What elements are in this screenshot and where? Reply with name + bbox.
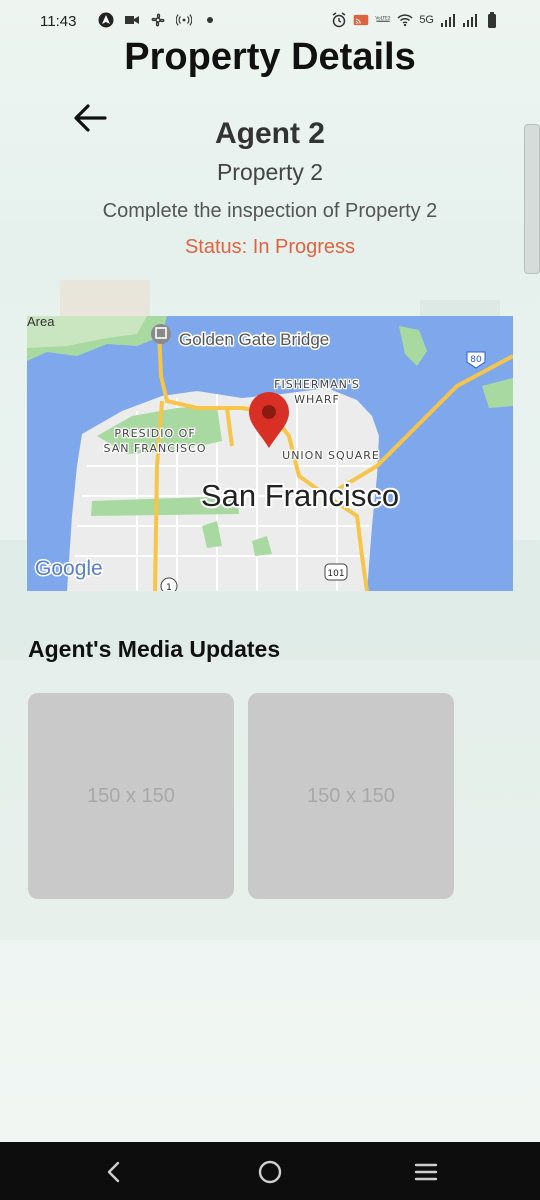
map-label-union-square: UNION SQUARE — [282, 449, 380, 462]
volte-icon: VoLTE2 — [375, 12, 391, 28]
bridge-poi-icon — [151, 324, 171, 344]
home-icon — [258, 1160, 282, 1184]
map-label-city: San Francisco — [201, 478, 399, 513]
media-thumbnail[interactable]: 150 x 150 — [248, 693, 454, 899]
fan-icon — [150, 12, 166, 28]
signal-icon — [462, 12, 478, 28]
shield-1-label: 1 — [166, 583, 172, 591]
network-type-label: 5G — [419, 14, 434, 26]
dot-icon — [202, 12, 218, 28]
map-label-wharf: WHARF — [294, 393, 340, 406]
volte-label: VoLTE2 — [376, 15, 392, 21]
media-thumbnail[interactable]: 150 x 150 — [28, 693, 234, 899]
status-time: 11:43 — [40, 13, 77, 30]
nav-back-button[interactable] — [98, 1156, 130, 1188]
map-label-golden-gate: Golden Gate Bridge — [179, 330, 329, 349]
media-grid: 150 x 150 150 x 150 — [28, 693, 454, 899]
map-label-area: Area — [27, 316, 55, 329]
task-status: Status: In Progress — [184, 236, 356, 258]
navigation-icon — [98, 12, 114, 28]
media-section-title: Agent's Media Updates — [28, 636, 281, 662]
media-placeholder-text: 150 x 150 — [87, 784, 175, 807]
system-nav-bar — [0, 1142, 540, 1200]
map-label-presidio-sf: SAN FRANCISCO — [104, 442, 207, 455]
map-view[interactable]: 80 101 1 Golden Gate Bridge Area FISHERM… — [27, 316, 513, 591]
map-label-presidio: PRESIDIO OF — [114, 427, 195, 440]
alarm-icon — [331, 12, 347, 28]
agent-name: Agent 2 — [214, 117, 325, 150]
nav-recents-button[interactable] — [410, 1156, 442, 1188]
page-title: Property Details — [124, 36, 416, 78]
signal-icon — [440, 12, 456, 28]
map-graphic: 80 101 1 Golden Gate Bridge Area FISHERM… — [27, 316, 513, 591]
nav-home-button[interactable] — [254, 1156, 286, 1188]
video-icon — [124, 12, 140, 28]
google-logo: Google — [35, 557, 103, 580]
task-description: Complete the inspection of Property 2 — [102, 200, 438, 222]
shield-80-label: 80 — [470, 355, 482, 365]
cast-icon — [353, 12, 369, 28]
hotspot-icon — [176, 12, 192, 28]
map-label-fishermans-wharf: FISHERMAN'S — [274, 378, 360, 391]
back-icon — [107, 1161, 120, 1183]
wifi-icon — [397, 12, 413, 28]
status-bar: 11:43 VoLTE2 5G — [0, 0, 540, 40]
media-placeholder-text: 150 x 150 — [307, 784, 395, 807]
shield-101-label: 101 — [327, 569, 344, 579]
property-name: Property 2 — [216, 159, 324, 185]
recents-icon — [414, 1163, 438, 1181]
battery-icon — [484, 12, 500, 28]
